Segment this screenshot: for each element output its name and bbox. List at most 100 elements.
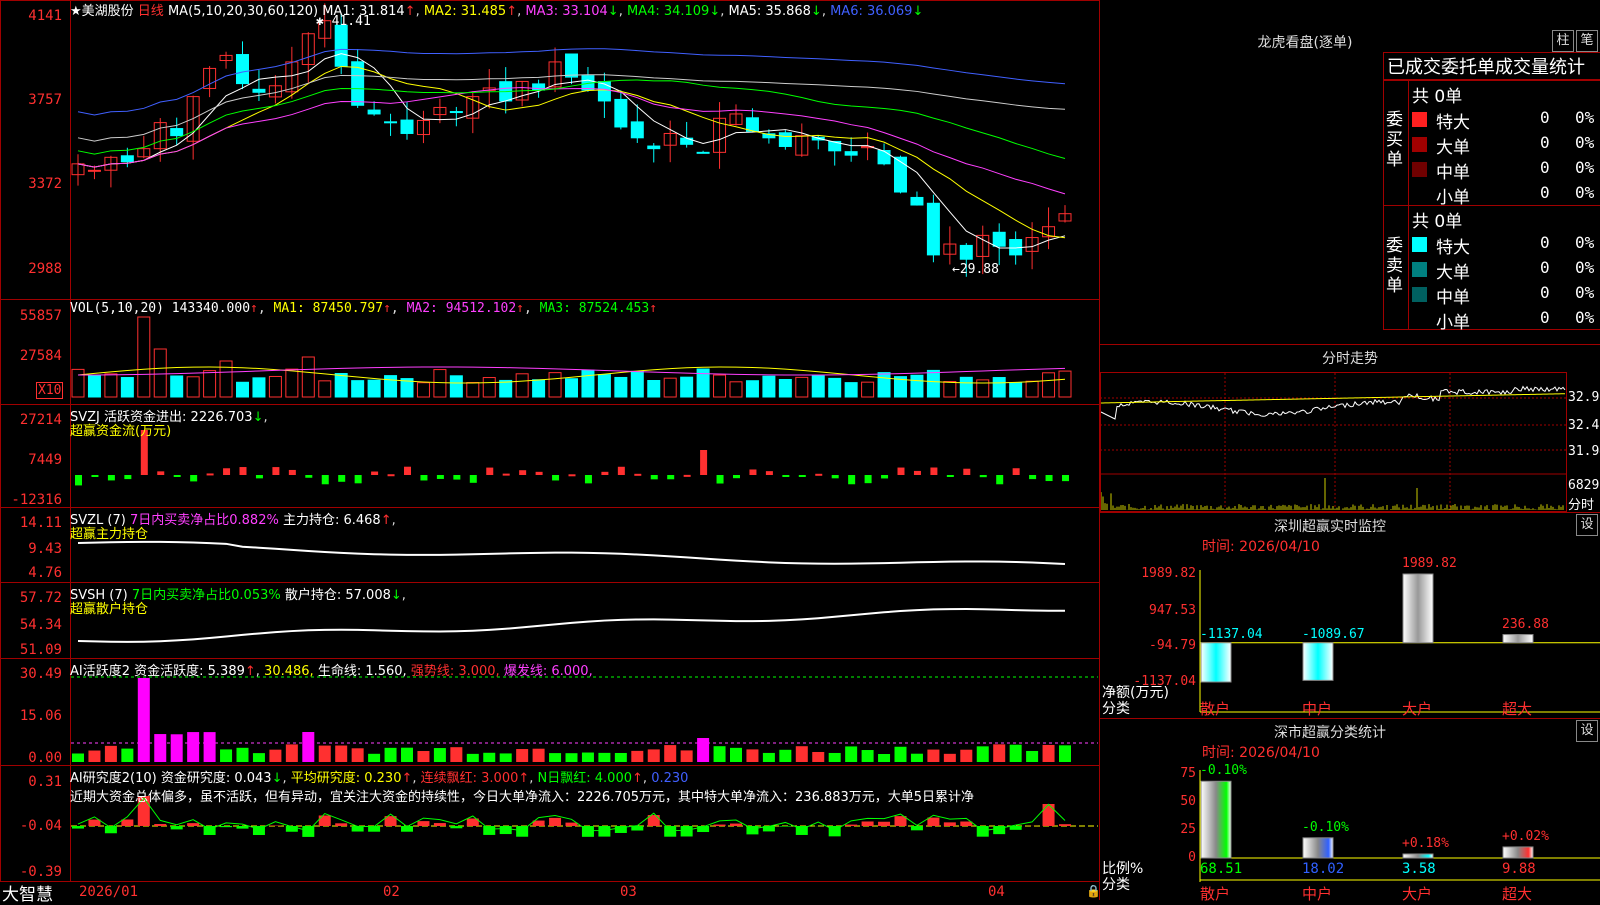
- monitor-settings-button[interactable]: 设: [1576, 514, 1598, 536]
- dragon-row-label: 小单: [1436, 308, 1470, 333]
- dragon-row-count: 0: [1540, 158, 1550, 177]
- ai2-header: AI研究度2(10) 资金研究度: 0.043↓, 平均研究度: 0.230↑,…: [70, 767, 688, 786]
- dragon-row-pct: 0%: [1575, 158, 1594, 177]
- classify-tick-3: 25: [1150, 822, 1196, 837]
- monitor-category: 超大: [1502, 698, 1532, 719]
- dragon-row-pct: 0%: [1575, 183, 1594, 202]
- dragon-row-pct: 0%: [1575, 108, 1594, 127]
- dragon-row-count: 0: [1540, 108, 1550, 127]
- svzj-tick-3: -12316: [0, 492, 62, 508]
- svsh-sub: 超赢散户持仓: [70, 598, 148, 617]
- dragon-row-label: 大单: [1436, 133, 1470, 158]
- ai2-tick-2: -0.04: [0, 818, 62, 834]
- dragon-row-count: 0: [1540, 183, 1550, 202]
- ai1-tick-2: 15.06: [0, 708, 62, 724]
- ma6-value: MA6: 36.069: [830, 4, 912, 19]
- dragon-row-label: 中单: [1436, 158, 1470, 183]
- dragon-col-divider: [1408, 80, 1409, 330]
- minute-tick-3: 31.94: [1568, 444, 1600, 459]
- svsh-tick-1: 57.72: [0, 590, 62, 606]
- monitor-bar-label: 1989.82: [1402, 556, 1457, 571]
- minute-vol-unit: 分时: [1568, 494, 1594, 513]
- price-tick-1: 4141: [0, 8, 62, 24]
- vol-ma1: MA1: 87450.797: [274, 301, 384, 316]
- svzl-sub: 超赢主力持仓: [70, 523, 148, 542]
- kline-panel[interactable]: [0, 0, 1100, 300]
- vol-unit-badge: X10: [36, 382, 63, 399]
- dragon-row-count: 0: [1540, 283, 1550, 302]
- ai1-tick-3: 0.00: [0, 750, 62, 766]
- svzl-value: 主力持仓: 6.468: [283, 513, 381, 528]
- classify-settings-button[interactable]: 设: [1576, 720, 1598, 742]
- ma2-value: MA2: 31.485: [424, 4, 506, 19]
- svsh-ratio: 7日内买卖净占比0.053%: [132, 588, 281, 603]
- dragon-row-pct: 0%: [1575, 308, 1594, 327]
- x-tick-feb: 02: [383, 884, 400, 900]
- monitor-tick-3: -94.79: [1124, 638, 1196, 653]
- ma5-value: MA5: 35.868: [729, 4, 811, 19]
- monitor-bar-label: -1089.67: [1302, 627, 1365, 642]
- classify-category: 散户: [1200, 883, 1230, 904]
- monitor-time: 时间: 2026/04/10: [1202, 536, 1320, 556]
- ai2-comment: 近期大资金总体偏多，虽不活跃，但有异动，宜关注大资金的持续性，今日大单净流入：2…: [70, 786, 1098, 805]
- dragon-row-label: 大单: [1436, 258, 1470, 283]
- legend-swatch: [1412, 262, 1427, 277]
- ma-label: MA(5,10,20,30,60,120): [168, 4, 318, 19]
- svzl-tick-3: 4.76: [0, 565, 62, 581]
- classify-category: 超大: [1502, 883, 1532, 904]
- minute-chart[interactable]: [1100, 372, 1567, 512]
- volume-header: VOL(5,10,20) 143340.000↑, MA1: 87450.797…: [70, 301, 657, 316]
- ai2-label: AI研究度2(10): [70, 771, 157, 786]
- monitor-bar-label: 236.88: [1502, 617, 1549, 632]
- legend-swatch: [1412, 237, 1427, 252]
- monitor-xlabel: 分类: [1102, 698, 1130, 718]
- monitor-title: 深圳超赢实时监控: [1100, 516, 1560, 536]
- svsh-tick-2: 54.34: [0, 617, 62, 633]
- ai2-tick-3: -0.39: [0, 864, 62, 880]
- ai1-burstline: 爆发线: 6.000,: [504, 664, 593, 679]
- minute-title: 分时走势: [1100, 348, 1600, 368]
- classify-xlabel: 分类: [1102, 874, 1130, 894]
- tick-mode-button[interactable]: 笔: [1576, 30, 1598, 52]
- bar-mode-button[interactable]: 柱: [1552, 30, 1574, 52]
- ai1-value2: 30.486,: [264, 664, 314, 679]
- ai2-research: 资金研究度: 0.043: [161, 771, 272, 786]
- monitor-category: 中户: [1302, 698, 1332, 719]
- dragon-subtitle: 已成交委托单成交量统计: [1383, 52, 1600, 80]
- svsh-value: 散户持仓: 57.008: [285, 588, 391, 603]
- svzj-tick-2: 7449: [0, 452, 62, 468]
- vol-ma3: MA3: 87524.453: [540, 301, 650, 316]
- ai2-consecutive: 连续飘红: 3.000: [421, 771, 519, 786]
- stock-name: ★美湖股份: [70, 4, 134, 19]
- minute-top-border: [1100, 344, 1600, 345]
- svzl-tick-1: 14.11: [0, 515, 62, 531]
- svzj-sub: 超赢资金流(万元): [70, 420, 171, 439]
- legend-swatch: [1412, 112, 1427, 127]
- dragon-row-label: 中单: [1436, 283, 1470, 308]
- svzj-tick-1: 27214: [0, 412, 62, 428]
- buy-total: 共 0单: [1412, 82, 1462, 107]
- svsh-tick-3: 51.09: [0, 642, 62, 658]
- ai2-tick-1: 0.31: [0, 774, 62, 790]
- monitor-category: 大户: [1402, 698, 1432, 719]
- monitor-tick-1: 1989.82: [1124, 566, 1196, 581]
- monitor-top-border: [1100, 512, 1600, 513]
- high-marker: ✱ 41.41: [316, 14, 371, 29]
- classify-value-label: 9.88: [1502, 861, 1536, 877]
- classify-value-label: 3.58: [1402, 861, 1436, 877]
- kline-header: ★美湖股份 日线 MA(5,10,20,30,60,120) MA1: 31.8…: [70, 0, 923, 19]
- vol-ma2: MA2: 94512.102: [407, 301, 517, 316]
- vol-tick-2: 27584: [0, 348, 62, 364]
- classify-time: 时间: 2026/04/10: [1202, 742, 1320, 762]
- classify-tick-2: 50: [1150, 794, 1196, 809]
- classify-tick-1: 75: [1150, 766, 1196, 781]
- ai2-value5: 0.230: [651, 771, 688, 786]
- ai1-lifeline: 生命线: 1.560,: [318, 664, 407, 679]
- classify-value-label: 18.02: [1302, 861, 1344, 877]
- legend-swatch: [1412, 287, 1427, 302]
- sell-total: 共 0单: [1412, 207, 1462, 232]
- monitor-category: 散户: [1200, 698, 1230, 719]
- ai2-ndays: N日飘红: 4.000: [538, 771, 632, 786]
- vol-tick-1: 55857: [0, 308, 62, 324]
- dragon-row-label: 小单: [1436, 183, 1470, 208]
